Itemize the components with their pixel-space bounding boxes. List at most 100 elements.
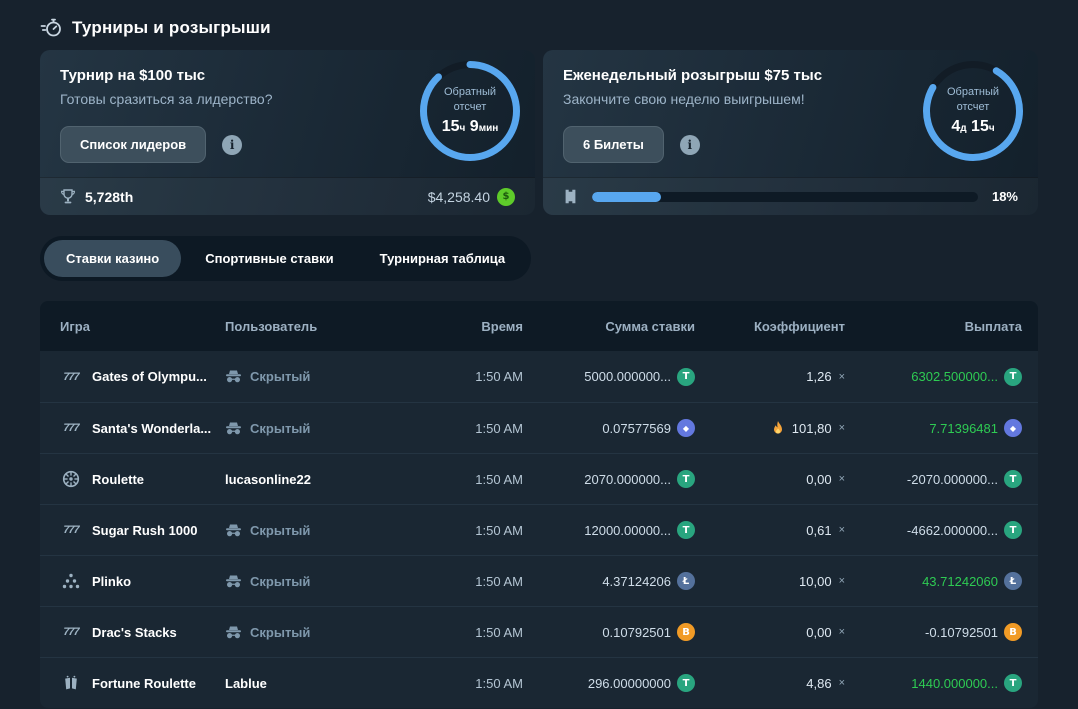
bet-amount: 0.10792501 xyxy=(602,625,671,640)
btc-coin-icon: B xyxy=(1004,623,1022,641)
table-row: Fortune RouletteLablue1:50 AM296.0000000… xyxy=(40,657,1038,708)
time-cell: 1:50 AM xyxy=(405,369,523,384)
payout-amount: 1440.000000... xyxy=(911,676,998,691)
raffle-progress-fill xyxy=(592,192,661,202)
username: Скрытый xyxy=(250,369,310,384)
btc-coin-icon: B xyxy=(677,623,695,641)
user-cell: Скрытый xyxy=(225,574,405,589)
roulette-icon xyxy=(60,470,82,488)
tab-tournament-table[interactable]: Турнирная таблица xyxy=(358,240,527,277)
eth-coin-icon: ◆ xyxy=(677,419,695,437)
multiplier-value: 0,00 xyxy=(806,625,831,640)
payout-amount: -0.10792501 xyxy=(925,625,998,640)
usdt-coin-icon: T xyxy=(1004,521,1022,539)
bet-amount-cell: 0.07577569 ◆ xyxy=(523,419,695,437)
leaderboard-button[interactable]: Список лидеров xyxy=(60,126,206,163)
username: Скрытый xyxy=(250,523,310,538)
multiplier-cell: 4,86× xyxy=(695,676,845,691)
raffle-countdown: Обратный отсчет 4д 15ч xyxy=(922,60,1024,162)
usd-coin-icon: $ xyxy=(497,188,515,206)
payout-amount: -4662.000000... xyxy=(907,523,998,538)
countdown-label: Обратный xyxy=(947,86,999,100)
tournament-card: Турнир на $100 тыс Готовы сразиться за л… xyxy=(40,50,535,215)
tab-casino-bets[interactable]: Ставки казино xyxy=(44,240,181,277)
payout-amount: -2070.000000... xyxy=(907,472,998,487)
user-cell: Скрытый xyxy=(225,369,405,384)
game-cell[interactable]: 777Santa's Wonderla... xyxy=(60,421,225,436)
bet-amount: 5000.000000... xyxy=(584,369,671,384)
slots-icon: 777 xyxy=(60,524,82,536)
trophy-icon xyxy=(60,189,76,205)
bets-table-header: Игра Пользователь Время Сумма ставки Коэ… xyxy=(40,301,1038,351)
incognito-icon xyxy=(225,370,242,383)
stopwatch-icon xyxy=(40,18,62,38)
tab-sports-bets[interactable]: Спортивные ставки xyxy=(183,240,355,277)
multiplier-value: 0,61 xyxy=(806,523,831,538)
game-cell[interactable]: 777Sugar Rush 1000 xyxy=(60,523,225,538)
user-cell[interactable]: Lablue xyxy=(225,676,405,691)
multiplier-value: 4,86 xyxy=(806,676,831,691)
tournament-card-footer: 5,728th $4,258.40 $ xyxy=(40,177,535,215)
game-name: Gates of Olympu... xyxy=(92,369,207,384)
user-cell[interactable]: lucasonline22 xyxy=(225,472,405,487)
game-cell[interactable]: Roulette xyxy=(60,470,225,488)
payout-amount: 6302.500000... xyxy=(911,369,998,384)
bet-amount: 2070.000000... xyxy=(584,472,671,487)
usdt-coin-icon: T xyxy=(677,674,695,692)
bet-amount-cell: 0.10792501 B xyxy=(523,623,695,641)
slots-icon: 777 xyxy=(60,626,82,638)
fortune-roulette-icon xyxy=(60,675,82,691)
table-row: 777Gates of Olympu...Скрытый1:50 AM5000.… xyxy=(40,351,1038,402)
tickets-button[interactable]: 6 Билеты xyxy=(563,126,664,163)
username: Скрытый xyxy=(250,574,310,589)
game-cell[interactable]: 777Gates of Olympu... xyxy=(60,369,225,384)
multiplier-value: 10,00 xyxy=(799,574,832,589)
raffle-progress-bar xyxy=(592,192,978,202)
col-bet: Сумма ставки xyxy=(523,319,695,334)
col-mult: Коэффициент xyxy=(695,319,845,334)
bet-amount-cell: 12000.00000...T xyxy=(523,521,695,539)
col-game: Игра xyxy=(60,319,225,334)
payout-cell: 43.71242060Ł xyxy=(845,572,1022,590)
countdown-label: Обратный xyxy=(444,86,496,100)
game-cell[interactable]: Plinko xyxy=(60,573,225,589)
info-icon[interactable]: i xyxy=(222,135,242,155)
table-row: Roulettelucasonline221:50 AM2070.000000.… xyxy=(40,453,1038,504)
incognito-icon xyxy=(225,626,242,639)
bet-amount-cell: 5000.000000...T xyxy=(523,368,695,386)
page-title: Турниры и розыгрыши xyxy=(72,18,271,38)
tournament-prize: $4,258.40 $ xyxy=(428,188,515,206)
bet-amount: 0.07577569 xyxy=(602,421,671,436)
multiplier-cell: 0,00× xyxy=(695,625,845,640)
incognito-icon xyxy=(225,524,242,537)
time-cell: 1:50 AM xyxy=(405,421,523,436)
tournament-countdown: Обратный отсчет 15ч 9мин xyxy=(419,60,521,162)
multiplier-cell: 101,80× xyxy=(695,421,845,436)
time-cell: 1:50 AM xyxy=(405,574,523,589)
time-cell: 1:50 AM xyxy=(405,625,523,640)
username: lucasonline22 xyxy=(225,472,311,487)
game-name: Plinko xyxy=(92,574,131,589)
bets-tabs: Ставки казино Спортивные ставки Турнирна… xyxy=(40,236,531,281)
bet-amount: 296.00000000 xyxy=(588,676,671,691)
raffle-card: Еженедельный розыгрыш $75 тыс Закончите … xyxy=(543,50,1038,215)
usdt-coin-icon: T xyxy=(1004,674,1022,692)
user-cell: Скрытый xyxy=(225,523,405,538)
game-cell[interactable]: Fortune Roulette xyxy=(60,675,225,691)
eth-coin-icon: ◆ xyxy=(1004,419,1022,437)
multiplier-cell: 0,61× xyxy=(695,523,845,538)
game-cell[interactable]: 777Drac's Stacks xyxy=(60,625,225,640)
raffle-progress-label: 18% xyxy=(992,189,1018,204)
plinko-icon xyxy=(60,573,82,589)
usdt-coin-icon: T xyxy=(1004,368,1022,386)
table-row: PlinkoСкрытый1:50 AM4.37124206Ł10,00×43.… xyxy=(40,555,1038,606)
game-name: Roulette xyxy=(92,472,144,487)
multiplier-cell: 10,00× xyxy=(695,574,845,589)
multiplier-value: 1,26 xyxy=(806,369,831,384)
info-icon[interactable]: i xyxy=(680,135,700,155)
incognito-icon xyxy=(225,575,242,588)
countdown-value: 4д 15ч xyxy=(951,118,994,136)
raffle-card-footer: 18% xyxy=(543,177,1038,215)
game-name: Santa's Wonderla... xyxy=(92,421,211,436)
payout-amount: 43.71242060 xyxy=(922,574,998,589)
